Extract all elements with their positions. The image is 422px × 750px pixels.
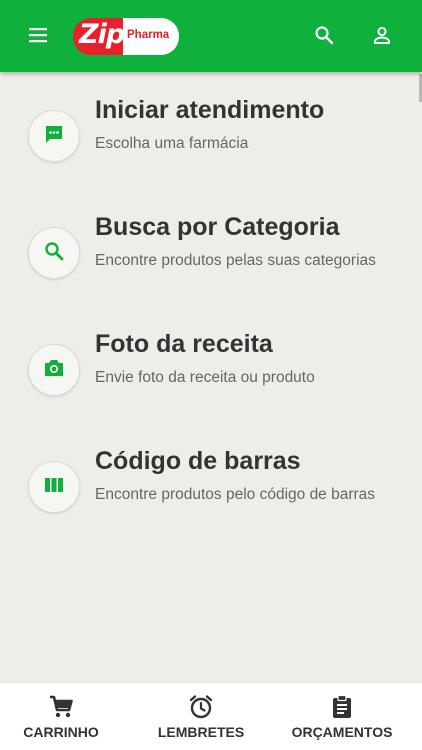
cart-icon <box>48 693 74 721</box>
menu-button[interactable] <box>18 17 58 57</box>
camera-icon <box>43 357 65 384</box>
item-subtitle: Envie foto da receita ou produto <box>95 369 315 386</box>
menu-icon <box>28 27 48 48</box>
item-subtitle: Encontre produtos pelo código de barras <box>95 486 376 503</box>
barcode-icon <box>43 474 65 501</box>
item-icon-circle <box>28 227 80 279</box>
item-icon-circle <box>28 110 80 162</box>
logo[interactable]: Zip Pharma <box>73 18 179 55</box>
clipboard-icon <box>329 693 355 721</box>
logo-sub: Pharma <box>127 29 170 41</box>
tab-label: CARRINHO <box>23 724 99 740</box>
chat-icon <box>43 123 65 150</box>
tab-label: ORÇAMENTOS <box>291 724 393 740</box>
item-subtitle: Escolha uma farmácia <box>95 135 249 152</box>
menu-item-codigo-de-barras[interactable]: Código de barras Encontre produtos pelo … <box>0 447 422 537</box>
item-subtitle: Encontre produtos pelas suas categorias <box>95 252 376 269</box>
logo-brand: Zip <box>79 19 125 50</box>
item-icon-circle <box>28 344 80 396</box>
menu-item-iniciar-atendimento[interactable]: Iniciar atendimento Escolha uma farmácia <box>0 96 422 186</box>
search-button[interactable] <box>304 17 344 57</box>
profile-button[interactable] <box>362 17 402 57</box>
menu-item-foto-da-receita[interactable]: Foto da receita Envie foto da receita ou… <box>0 330 422 420</box>
tab-lembretes[interactable]: LEMBRETES <box>150 683 252 750</box>
item-title: Código de barras <box>95 447 301 475</box>
app-bar: Zip Pharma <box>0 0 422 72</box>
item-icon-circle <box>28 461 80 513</box>
tab-orcamentos[interactable]: ORÇAMENTOS <box>288 683 396 750</box>
search-icon <box>314 25 334 50</box>
tab-label: LEMBRETES <box>157 724 245 740</box>
item-title: Foto da receita <box>95 330 273 358</box>
tab-carrinho[interactable]: CARRINHO <box>10 683 112 750</box>
item-title: Iniciar atendimento <box>95 96 325 124</box>
user-icon <box>372 25 392 50</box>
alarm-icon <box>188 693 214 721</box>
menu-item-busca-por-categoria[interactable]: Busca por Categoria Encontre produtos pe… <box>0 213 422 303</box>
search-icon <box>43 240 65 267</box>
item-title: Busca por Categoria <box>95 213 340 241</box>
bottom-navigation: CARRINHO LEMBRETES ORÇAMENTOS <box>0 682 422 750</box>
